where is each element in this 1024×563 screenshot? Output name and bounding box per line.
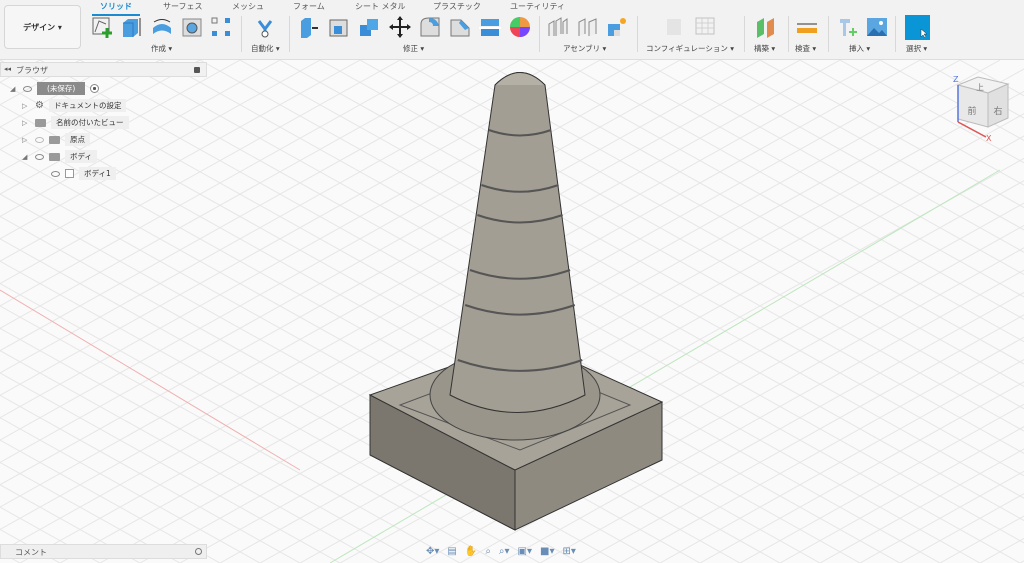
insert-derive-icon[interactable] <box>837 16 859 38</box>
collapsed-icon[interactable]: ▷ <box>22 102 30 110</box>
expanded-icon[interactable]: ◢ <box>10 85 18 93</box>
viewcube-z-label: Z <box>953 75 959 84</box>
tab-plastic[interactable]: プラスチック <box>433 1 481 12</box>
navigation-bar: ✥▾ ▤ ✋ ⌕ ⌕▾ ▣▾ ■▾ ⊞▾ <box>426 543 596 560</box>
inspect-menu[interactable]: 検査 ▾ <box>795 43 816 54</box>
browser-item-bodies[interactable]: ◢ ボディ <box>22 150 97 163</box>
create-menu[interactable]: 作成 ▾ <box>151 43 172 54</box>
automate-icon[interactable] <box>254 16 276 38</box>
fillet-icon[interactable] <box>419 16 441 38</box>
eye-icon[interactable] <box>51 170 60 177</box>
gear-icon: ⚙ <box>35 100 44 111</box>
construct-menu[interactable]: 構築 ▾ <box>754 43 775 54</box>
select-menu[interactable]: 選択 ▾ <box>906 43 927 54</box>
viewports-icon[interactable]: ⊞▾ <box>562 546 575 557</box>
folder-icon <box>49 135 60 144</box>
insert-canvas-icon[interactable] <box>866 16 888 38</box>
zoom-icon[interactable]: ⌕ <box>485 546 491 557</box>
look-at-icon[interactable]: ▤ <box>447 546 456 557</box>
item-label[interactable]: ドキュメントの設定 <box>48 99 127 112</box>
pan-icon[interactable]: ✋ <box>465 546 477 557</box>
automate-menu[interactable]: 自動化 ▾ <box>251 43 280 54</box>
new-component-icon[interactable] <box>606 16 628 38</box>
collapsed-icon[interactable]: ▷ <box>22 136 30 144</box>
browser-title: ブラウザ <box>16 66 48 75</box>
eye-icon[interactable] <box>23 85 32 92</box>
panel-pin-icon[interactable] <box>194 67 200 73</box>
extrude-icon[interactable] <box>120 16 142 38</box>
y-axis-line <box>329 169 1001 563</box>
fit-icon[interactable]: ⌕▾ <box>499 546 510 557</box>
comments-panel[interactable]: コメント <box>0 544 207 559</box>
as-built-joint-icon[interactable] <box>577 16 599 38</box>
item-label[interactable]: ボディ1 <box>79 167 116 180</box>
browser-item-body1[interactable]: ボディ1 <box>51 167 116 180</box>
browser-item-origin[interactable]: ▷ 原点 <box>22 133 90 146</box>
display-settings-icon[interactable]: ▣▾ <box>518 546 532 557</box>
tab-mesh[interactable]: メッシュ <box>232 1 264 12</box>
browser-item-document-settings[interactable]: ▷ ⚙ ドキュメントの設定 <box>22 99 127 112</box>
3d-viewport[interactable]: 上 前 右 Z X <box>0 60 1024 563</box>
body-icon <box>65 169 74 178</box>
collapse-icon[interactable]: ◂◂ <box>4 65 11 73</box>
browser-item-named-views[interactable]: ▷ 名前の付いたビュー <box>22 116 129 129</box>
select-icon[interactable] <box>905 15 930 40</box>
revolve-icon[interactable] <box>151 16 173 38</box>
pattern-icon[interactable] <box>210 16 232 38</box>
hole-icon[interactable] <box>181 16 203 38</box>
appearance-icon[interactable] <box>509 16 531 38</box>
expanded-icon[interactable]: ◢ <box>22 153 30 161</box>
active-radio-icon[interactable] <box>90 84 100 93</box>
configuration-table-icon[interactable] <box>694 16 716 38</box>
visual-style-icon[interactable]: ■▾ <box>540 546 554 557</box>
modify-menu[interactable]: 修正 ▾ <box>403 43 424 54</box>
tab-form[interactable]: フォーム <box>293 1 325 12</box>
tab-solid[interactable]: ソリッド <box>92 1 140 16</box>
traffic-cone-model <box>368 72 664 531</box>
chamfer-icon[interactable] <box>449 16 471 38</box>
folder-icon <box>35 118 46 127</box>
tab-utility[interactable]: ユーティリティ <box>510 1 565 12</box>
eye-icon[interactable] <box>35 153 44 160</box>
add-comment-icon[interactable] <box>195 548 202 555</box>
press-pull-icon[interactable] <box>298 16 320 38</box>
joint-icon[interactable] <box>547 16 569 38</box>
view-cube[interactable]: 上 前 右 Z X <box>953 75 1010 143</box>
item-label[interactable]: 原点 <box>65 133 90 146</box>
configure-icon[interactable] <box>664 16 686 38</box>
viewcube-top[interactable]: 上 <box>976 83 984 92</box>
tab-surface[interactable]: サーフェス <box>163 1 203 12</box>
configuration-menu[interactable]: コンフィギュレーション ▾ <box>646 43 734 54</box>
root-label[interactable]: (未保存) <box>37 82 86 95</box>
collapsed-icon[interactable]: ▷ <box>22 119 30 127</box>
comments-title: コメント <box>15 548 47 557</box>
item-label[interactable]: ボディ <box>65 150 97 163</box>
move-icon[interactable] <box>389 16 411 38</box>
insert-menu[interactable]: 挿入 ▾ <box>849 43 870 54</box>
viewcube-right[interactable]: 右 <box>993 105 1002 117</box>
item-label[interactable]: 名前の付いたビュー <box>51 116 129 129</box>
browser-panel-header[interactable]: ◂◂ ブラウザ <box>0 62 207 77</box>
toolbar: デザイン ▾ ソリッド サーフェス メッシュ フォーム シート メタル プラスチ… <box>0 0 1024 60</box>
viewcube-front[interactable]: 前 <box>967 105 976 117</box>
construct-plane-icon[interactable] <box>755 16 777 38</box>
folder-icon <box>49 152 60 161</box>
workspace-switcher[interactable]: デザイン ▾ <box>4 5 81 49</box>
measure-icon[interactable] <box>796 16 818 38</box>
tab-sheet-metal[interactable]: シート メタル <box>355 1 406 12</box>
viewcube-x-label: X <box>986 134 992 143</box>
split-body-icon[interactable] <box>479 16 501 38</box>
orbit-icon[interactable]: ✥▾ <box>426 546 439 557</box>
combine-icon[interactable] <box>358 16 380 38</box>
eye-hidden-icon[interactable] <box>35 136 44 143</box>
browser-root[interactable]: ◢ (未保存) <box>10 82 100 95</box>
assembly-menu[interactable]: アセンブリ ▾ <box>563 43 606 54</box>
create-sketch-icon[interactable] <box>91 16 113 38</box>
fillet-shell-icon[interactable] <box>328 16 350 38</box>
